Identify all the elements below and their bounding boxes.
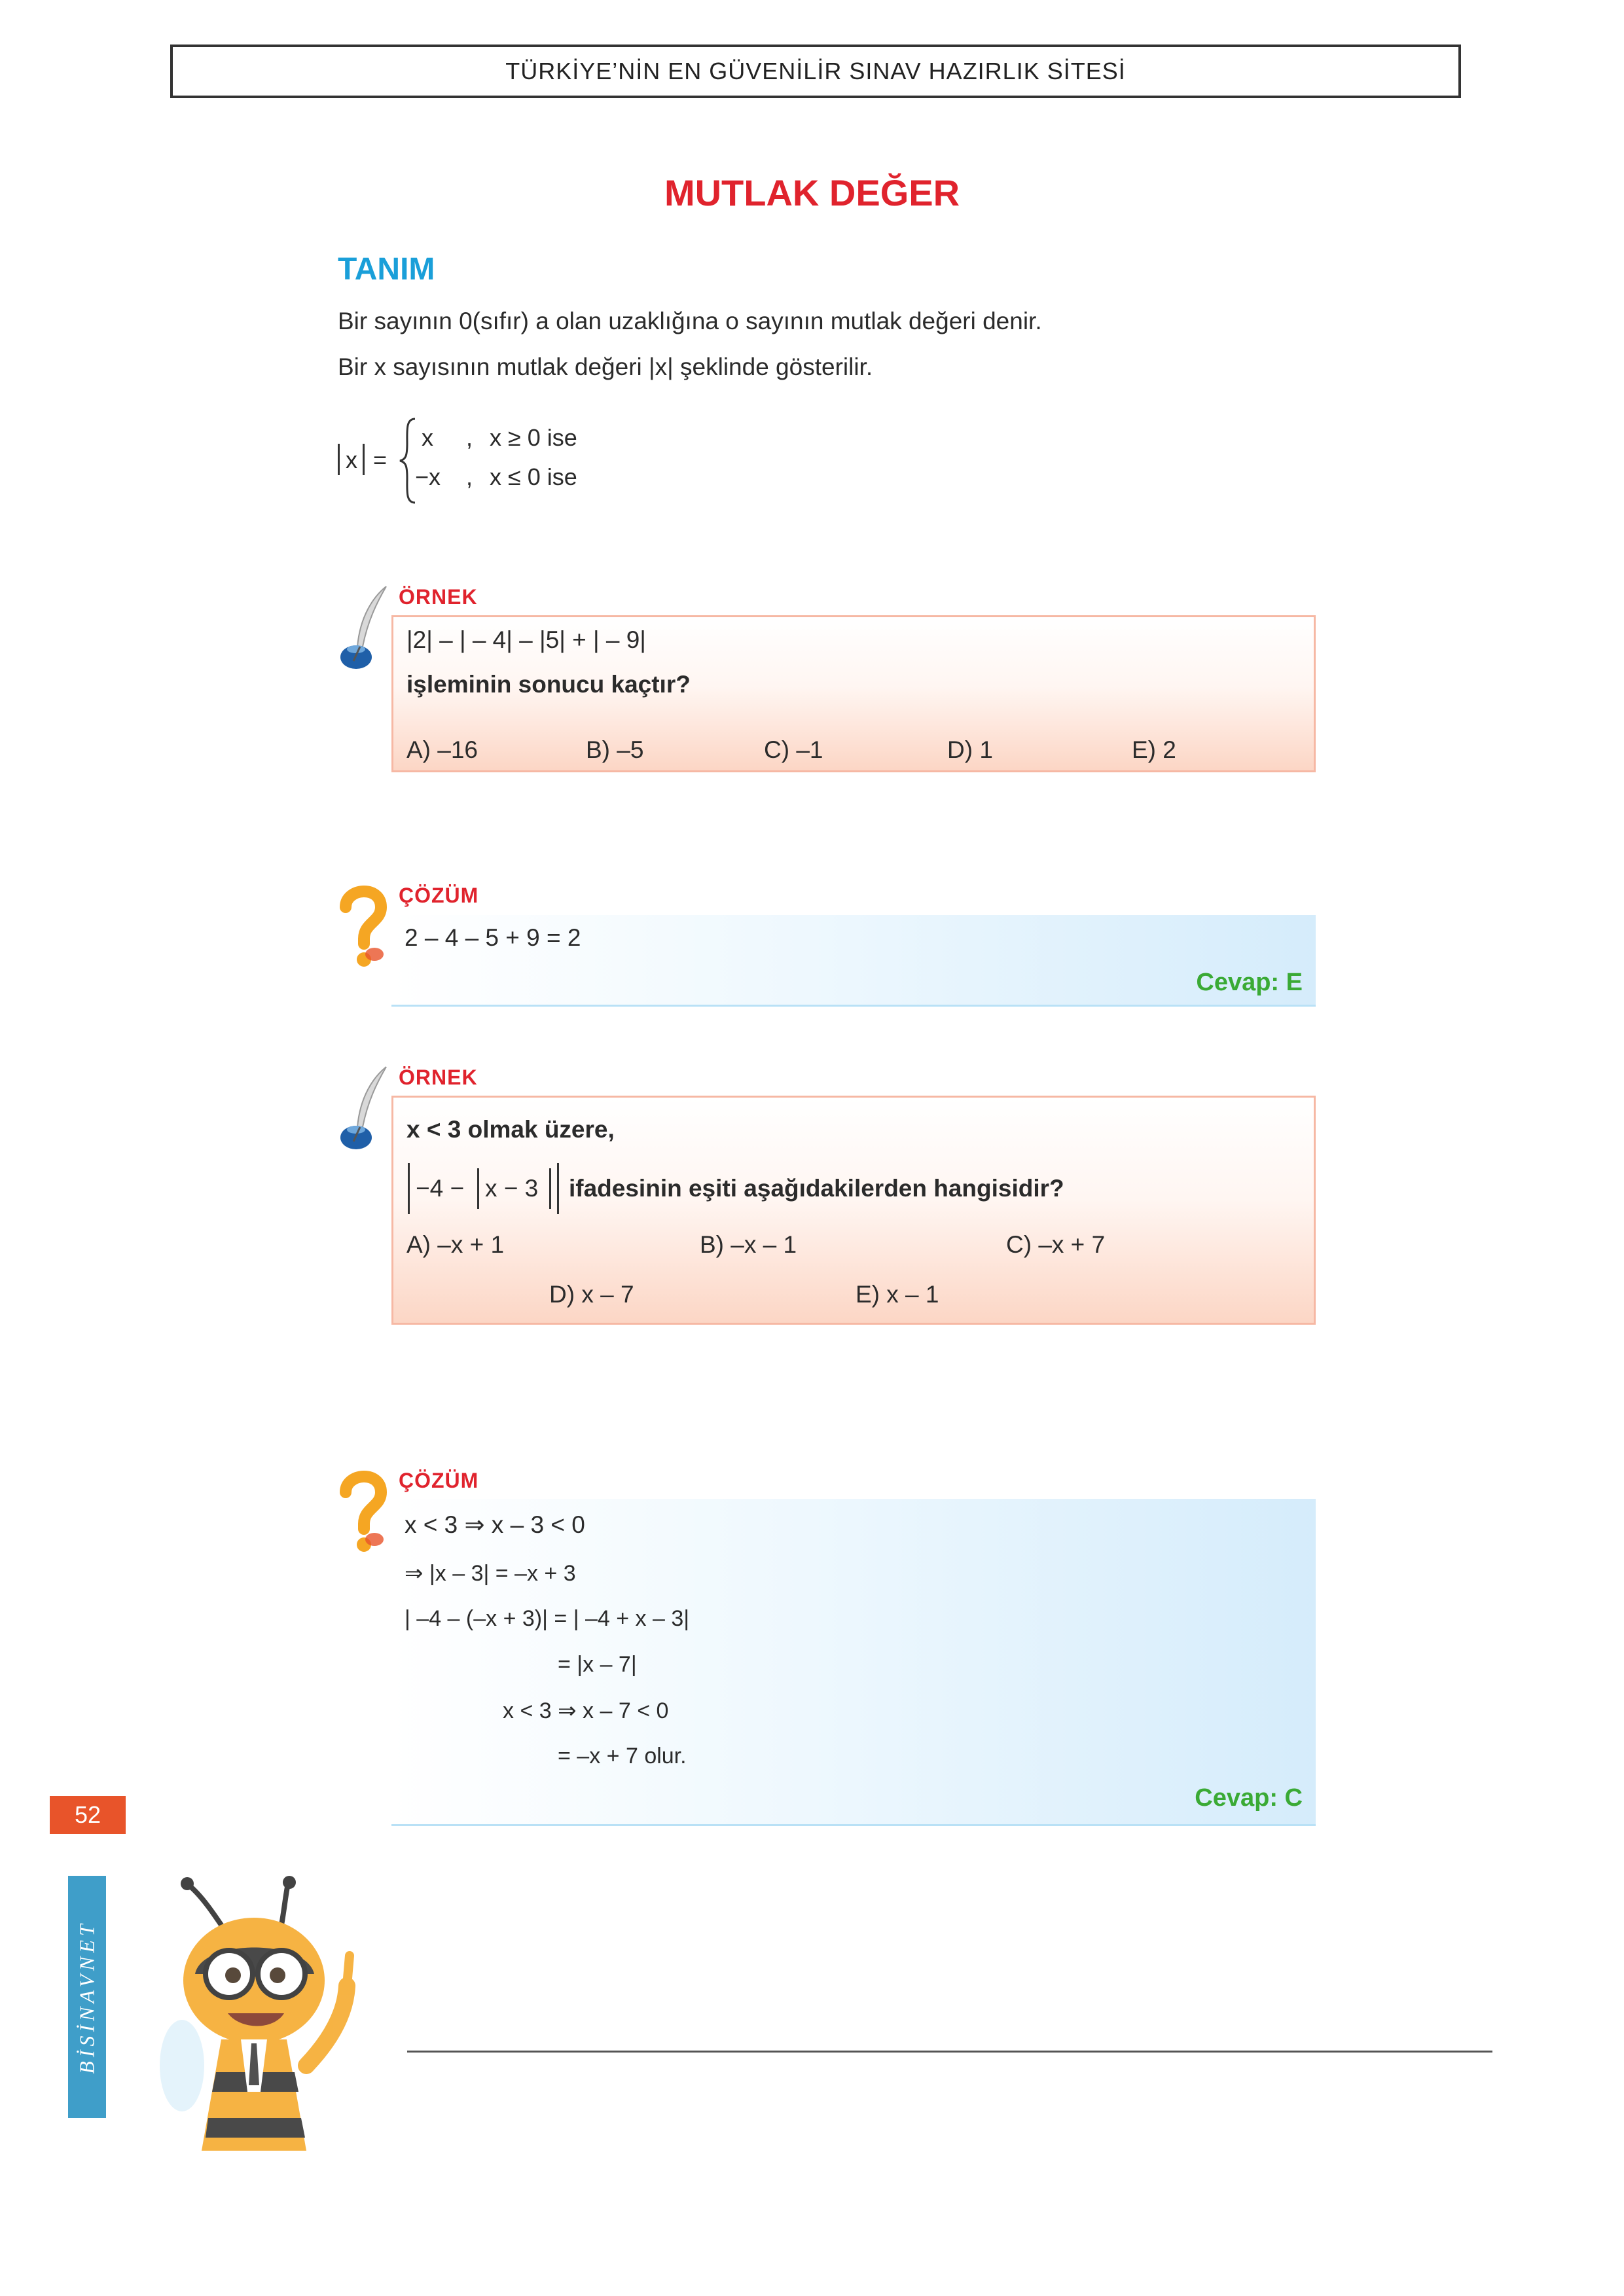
- option-d: D) 1: [947, 736, 993, 763]
- example-1-label: ÖRNEK: [399, 585, 478, 609]
- option-e: E) 2: [1132, 736, 1176, 763]
- abs-value-formula: x = x , x ≥ 0 ise −x , x ≤ 0 ise: [338, 412, 639, 504]
- case2-condition: x ≤ 0 ise: [490, 463, 577, 490]
- option-a: A) –x + 1: [406, 1231, 505, 1258]
- example-2-box: x < 3 olmak üzere, −4 − x − 3 ifadesinin…: [391, 1096, 1316, 1325]
- solution-2-line-6: = –x + 7 olur.: [558, 1744, 687, 1768]
- definition-heading: TANIM: [338, 252, 435, 287]
- page-title: MUTLAK DEĞER: [664, 172, 960, 213]
- bee-mascot-illustration: [160, 1876, 355, 2151]
- solution-2-answer: Cevap: C: [1195, 1784, 1303, 1812]
- expr-part-2: x − 3: [485, 1175, 539, 1202]
- example-2-label: ÖRNEK: [399, 1066, 478, 1089]
- abs-bar-left: [338, 444, 340, 475]
- option-a: A) –16: [406, 736, 478, 763]
- solution-2-line-5: x < 3 ⇒ x – 7 < 0: [503, 1698, 669, 1723]
- footer-divider: [407, 2051, 1492, 2053]
- page-number: 52: [74, 1801, 101, 1828]
- solution-2-box: x < 3 ⇒ x – 3 < 0 ⇒ |x – 3| = –x + 3 | –…: [391, 1499, 1316, 1826]
- solution-2-line-2: ⇒ |x – 3| = –x + 3: [405, 1561, 576, 1586]
- solution-1-label: ÇÖZÜM: [399, 884, 479, 907]
- abs-bar-right: [363, 444, 365, 475]
- solution-2-label: ÇÖZÜM: [399, 1469, 479, 1492]
- site-header: TÜRKİYE’NİN EN GÜVENİLİR SINAV HAZIRLIK …: [170, 45, 1461, 98]
- left-brace-icon: [399, 418, 416, 504]
- outer-abs-bar-left: [408, 1163, 410, 1214]
- definition-line-1: Bir sayının 0(sıfır) a olan uzaklığına o…: [338, 308, 1042, 334]
- solution-2-line-1: x < 3 ⇒ x – 3 < 0: [405, 1511, 585, 1538]
- page-number-badge: 52: [50, 1796, 126, 1834]
- formula-lhs-var: x: [346, 446, 357, 473]
- case2-expr: −x: [415, 463, 441, 490]
- example-1-expression: |2| – | – 4| – |5| + | – 9|: [406, 626, 646, 653]
- side-brand-text: BİSİNAVNET: [75, 1920, 99, 2074]
- solution-1-box: 2 – 4 – 5 + 9 = 2 Cevap: E: [391, 915, 1316, 1007]
- solution-1-line-1: 2 – 4 – 5 + 9 = 2: [405, 924, 581, 951]
- case1-expr: x: [422, 424, 433, 451]
- option-b: B) –x – 1: [700, 1231, 797, 1258]
- option-b: B) –5: [586, 736, 644, 763]
- case2-comma: ,: [466, 463, 473, 490]
- expr-part-1: −4 −: [416, 1175, 465, 1202]
- quill-inkwell-icon: [340, 586, 387, 669]
- outer-abs-bar-right: [557, 1163, 559, 1214]
- solution-2-line-4: = |x – 7|: [558, 1652, 637, 1677]
- example-1-box: |2| – | – 4| – |5| + | – 9| işleminin so…: [391, 615, 1316, 772]
- question-mark-icon: [340, 886, 388, 967]
- side-brand-text-wrap: BİSİNAVNET: [68, 1876, 106, 2118]
- definition-line-2: Bir x sayısının mutlak değeri |x| şeklin…: [338, 353, 873, 380]
- option-d: D) x – 7: [549, 1281, 634, 1308]
- inner-abs-bar-left: [477, 1168, 479, 1209]
- quill-inkwell-icon: [340, 1066, 387, 1149]
- case1-condition: x ≥ 0 ise: [490, 424, 577, 451]
- case1-comma: ,: [466, 424, 473, 451]
- formula-equals: =: [373, 446, 388, 473]
- inner-abs-bar-right: [549, 1168, 551, 1209]
- option-c: C) –x + 7: [1006, 1231, 1106, 1258]
- option-e: E) x – 1: [856, 1281, 939, 1308]
- example-2-condition: x < 3 olmak üzere,: [406, 1116, 615, 1143]
- solution-1-answer: Cevap: E: [1196, 969, 1303, 996]
- solution-2-line-3: | –4 – (–x + 3)| = | –4 + x – 3|: [405, 1606, 690, 1631]
- example-2-question: ifadesinin eşiti aşağıdakilerden hangisi…: [569, 1175, 1064, 1202]
- site-title: TÜRKİYE’NİN EN GÜVENİLİR SINAV HAZIRLIK …: [505, 58, 1126, 84]
- question-mark-icon: [340, 1471, 388, 1552]
- option-c: C) –1: [764, 736, 823, 763]
- example-1-question: işleminin sonucu kaçtır?: [406, 671, 691, 698]
